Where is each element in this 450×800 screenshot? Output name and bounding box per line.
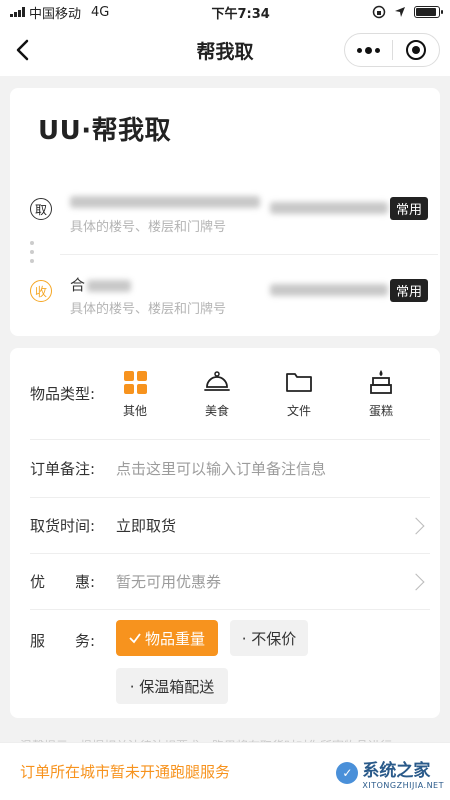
receive-phone-redacted [270,284,388,296]
service-label: 服 务: [30,632,96,650]
route-dots [30,241,34,263]
pickup-time-row[interactable]: 取货时间: 立即取货 [30,498,430,554]
pickup-time-label: 取货时间: [30,517,96,535]
service-no-insurance-label: · 不保价 [241,629,297,648]
close-miniprogram-button[interactable] [393,34,440,66]
item-type-label-food: 美食 [204,404,229,418]
address-card: UU·帮我取 取 具体的楼号、楼层和门牌号 常用 收 合 具体的楼号、楼层和门牌… [10,88,440,336]
item-type-row: 物品类型: 其他 美食 文件 蛋糕 [30,348,430,440]
order-remark-row[interactable]: 订单备注: 点击这里可以输入订单备注信息 [30,440,430,498]
item-type-label-cake: 蛋糕 [368,404,393,418]
service-weight-label: 物品重量 [144,629,205,648]
service-insulated-box-label: · 保温箱配送 [129,677,215,696]
bottom-bar: 订单所在城市暂未开通跑腿服务 ✓ 系统之家 XITONGZHIJIA.NET [0,742,450,800]
pickup-address-row[interactable]: 取 具体的楼号、楼层和门牌号 常用 [30,184,428,244]
pickup-address-hint: 具体的楼号、楼层和门牌号 [70,220,227,235]
watermark-url: XITONGZHIJIA.NET [362,781,444,790]
pickup-frequent-tag[interactable]: 常用 [389,197,428,220]
back-arrow-icon[interactable] [10,36,38,64]
miniprogram-capsule [344,33,440,67]
service-no-insurance-button[interactable]: · 不保价 [230,620,308,656]
more-dots-icon [356,46,380,54]
order-remark-label: 订单备注: [30,460,96,478]
watermark-logo-icon: ✓ [336,762,359,784]
service-weight-button[interactable]: 物品重量 [116,620,218,656]
rotation-lock-icon [372,5,386,19]
order-remark-input[interactable]: 点击这里可以输入订单备注信息 [116,458,430,479]
pickup-phone-redacted [270,202,388,214]
receive-address-row[interactable]: 收 合 具体的楼号、楼层和门牌号 常用 [30,266,428,326]
carrier-name: 中国移动 [29,6,82,22]
grid-icon [121,368,149,396]
pickup-address-redacted [70,192,260,210]
order-form-card: 物品类型: 其他 美食 文件 蛋糕 订单备注: 点击这里可以输入订单备注信息 取… [10,348,440,718]
coupon-value: 暂无可用优惠券 [116,573,222,591]
receive-badge: 收 [30,280,52,302]
location-arrow-icon [395,7,405,17]
item-type-cake[interactable]: 蛋糕 [362,368,400,419]
check-icon [129,633,141,644]
folder-icon [285,368,313,396]
signal-icon [10,7,25,17]
service-insulated-box-button[interactable]: · 保温箱配送 [116,668,228,704]
item-type-food[interactable]: 美食 [198,368,236,419]
pickup-badge: 取 [30,198,52,220]
item-type-label-other: 其他 [122,404,147,418]
food-cloche-icon [203,368,231,396]
service-unavailable-warning: 订单所在城市暂未开通跑腿服务 [20,763,231,781]
chevron-right-icon [407,573,425,590]
receive-address-name: 合 [70,274,132,295]
item-type-document[interactable]: 文件 [280,368,318,419]
cake-icon [367,368,395,396]
receive-address-hint: 具体的楼号、楼层和门牌号 [70,302,227,317]
more-button[interactable] [345,34,392,66]
page-title: 帮我取 [196,40,254,63]
address-divider [60,254,438,255]
receive-frequent-tag[interactable]: 常用 [389,279,428,302]
pickup-time-value: 立即取货 [116,517,177,535]
status-bar: 中国移动 4G 下午7:34 [0,0,450,24]
item-type-other[interactable]: 其他 [116,368,154,419]
coupon-row[interactable]: 优 惠: 暂无可用优惠券 [30,554,430,610]
battery-icon [414,6,443,18]
brand-title: UU·帮我取 [38,116,172,146]
item-type-label: 物品类型: [30,385,96,403]
watermark-title: 系统之家 [362,761,431,781]
target-circle-icon [405,40,426,60]
network-type: 4G [91,4,110,20]
coupon-label: 优 惠: [30,573,96,591]
status-time: 下午7:34 [211,6,270,22]
receive-name-char: 合 [70,276,86,294]
item-type-label-document: 文件 [286,404,311,418]
nav-bar: 帮我取 [0,24,450,76]
watermark: ✓ 系统之家 XITONGZHIJIA.NET [336,756,444,790]
chevron-right-icon [407,517,425,534]
